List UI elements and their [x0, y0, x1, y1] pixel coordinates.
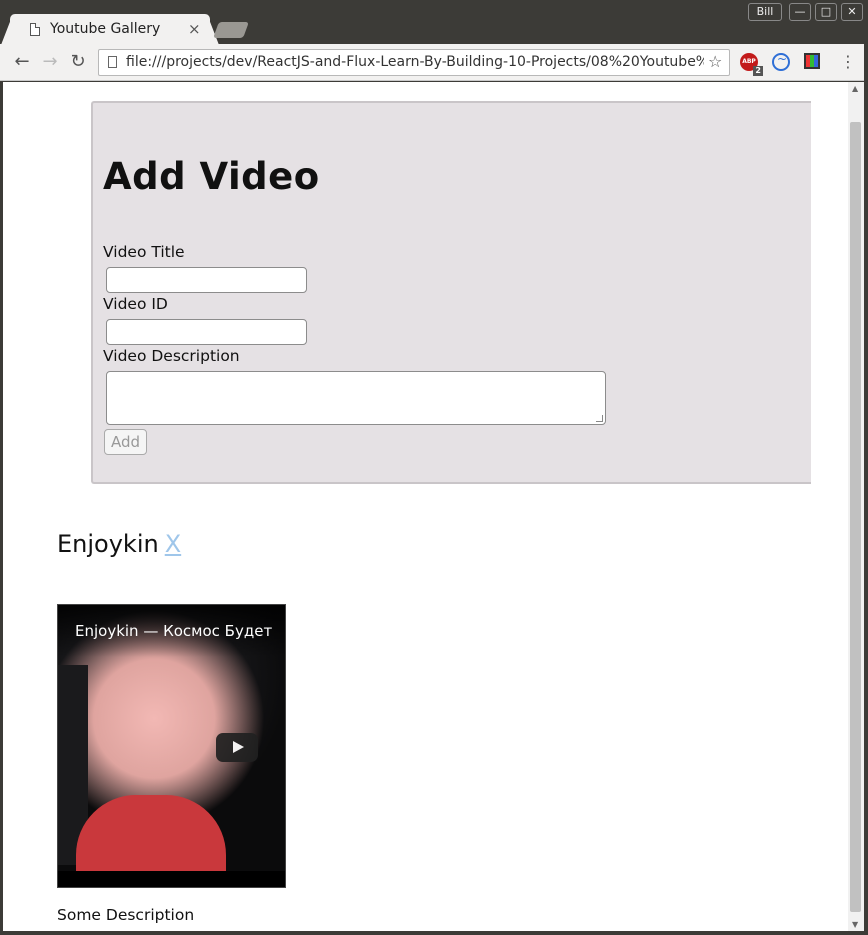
player-bottom-bar	[58, 871, 285, 887]
video-title-input[interactable]	[106, 267, 307, 293]
window-frame-bottom	[0, 931, 868, 935]
maximize-button[interactable]: □	[815, 3, 837, 21]
video-id-label: Video ID	[103, 295, 168, 313]
color-extension-icon[interactable]	[804, 53, 820, 69]
tab-youtube-gallery[interactable]: Youtube Gallery ×	[1, 14, 219, 45]
play-icon[interactable]	[216, 733, 258, 762]
video-heading: Enjoykin X	[57, 530, 181, 558]
video-title: Enjoykin	[57, 530, 159, 558]
tab-close-icon[interactable]: ×	[188, 20, 201, 38]
add-video-form: Add Video Video Title Video ID Video Des…	[91, 101, 811, 484]
forward-icon[interactable]: →	[39, 51, 61, 73]
remove-video-link[interactable]: X	[165, 530, 181, 558]
youtube-player[interactable]: Enjoykin — Космос Будет	[57, 604, 286, 888]
back-icon[interactable]: ←	[11, 51, 33, 73]
video-description-label: Video Description	[103, 347, 240, 365]
window-frame-left	[0, 82, 3, 935]
profile-button[interactable]: Bill	[748, 3, 782, 21]
form-heading: Add Video	[103, 155, 320, 198]
page-viewport: Add Video Video Title Video ID Video Des…	[3, 82, 848, 931]
window-frame-right	[864, 44, 868, 935]
page-icon	[30, 23, 40, 36]
scroll-thumb[interactable]	[850, 122, 861, 912]
video-description-textarea[interactable]	[106, 371, 606, 425]
menu-icon[interactable]: ⋮	[840, 52, 856, 71]
scroll-down-icon[interactable]: ▼	[852, 920, 858, 929]
title-bar: Youtube Gallery × Bill — □ ✕	[0, 0, 868, 45]
scroll-up-icon[interactable]: ▲	[852, 84, 858, 93]
address-url[interactable]: file:///projects/dev/ReactJS-and-Flux-Le…	[126, 54, 704, 70]
sync-extension-icon[interactable]	[772, 52, 790, 71]
video-title-label: Video Title	[103, 243, 185, 261]
star-icon[interactable]: ☆	[708, 52, 722, 71]
reload-icon[interactable]: ↻	[67, 51, 89, 73]
video-description: Some Description	[57, 906, 195, 924]
page-icon	[108, 56, 117, 68]
video-id-input[interactable]	[106, 319, 307, 345]
vertical-scrollbar[interactable]: ▲ ▼	[848, 82, 864, 931]
minimize-button[interactable]: —	[789, 3, 811, 21]
adblock-badge: 2	[753, 66, 763, 76]
new-tab-button[interactable]	[213, 22, 249, 38]
adblock-icon[interactable]: ABP 2	[740, 53, 763, 76]
address-bar[interactable]: file:///projects/dev/ReactJS-and-Flux-Le…	[98, 49, 730, 76]
add-button[interactable]: Add	[104, 429, 147, 455]
tab-title: Youtube Gallery	[50, 21, 161, 37]
close-window-button[interactable]: ✕	[841, 3, 863, 21]
browser-toolbar: ← → ↻ file:///projects/dev/ReactJS-and-F…	[0, 44, 868, 81]
player-title[interactable]: Enjoykin — Космос Будет	[75, 622, 272, 640]
